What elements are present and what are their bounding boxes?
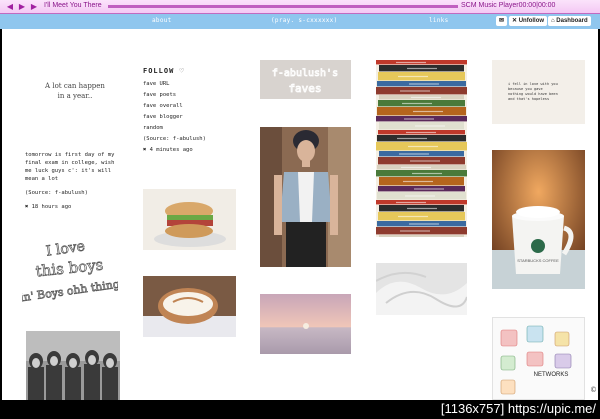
blog-title[interactable]: (pray. s-cxxxxxx) [271, 17, 338, 24]
follow-item[interactable]: fave poets [143, 90, 243, 101]
book-spine [379, 235, 464, 237]
book-spine-text [401, 166, 431, 169]
band-photo[interactable] [26, 331, 120, 400]
text-post-exam: tomorrow is first day of my final exam i… [25, 151, 125, 211]
track-title: I'll Meet You There [44, 2, 102, 9]
post-line: tomorrow is first day of my [25, 152, 115, 158]
cinnamon-roll-photo[interactable] [143, 276, 236, 337]
music-player-bar: ◀ ▶ ▶ I'll Meet You There SCM Music Play… [0, 0, 600, 14]
text-post-year: A lot can happen in a year.. [30, 81, 120, 101]
mail-icon: ✉ [498, 18, 505, 24]
book-spine-text [403, 180, 433, 183]
book-spine-text [408, 145, 438, 148]
book-spine-text [404, 118, 434, 120]
message-button[interactable]: ✉ [496, 16, 507, 26]
post-line: in a year.. [57, 92, 93, 100]
book-spine-text [397, 137, 427, 140]
banner-line: faves [288, 82, 321, 95]
book-spine-text [413, 110, 443, 113]
follow-item[interactable]: fave URL [143, 79, 243, 90]
next-icon[interactable]: ▶ [29, 2, 39, 12]
nav-bar: about (pray. s-cxxxxxx) links ✉ ✕ Unfoll… [0, 14, 600, 29]
post-notes[interactable]: ✖ 18 hours ago [25, 203, 125, 211]
handwriting-image[interactable]: I love this boys Bein' Boys ohh things [22, 235, 118, 305]
book-spine-text [399, 153, 429, 155]
book-spine-text [400, 90, 430, 92]
book-spine-text [409, 223, 439, 225]
book-spine-text [415, 125, 445, 127]
unfollow-icon: ✕ [512, 18, 518, 24]
player-name: SCM Music Player00:00|00:00 [461, 2, 556, 9]
copyright-icon: © [590, 386, 597, 394]
book-spine-text [405, 195, 435, 197]
home-icon: ⌂ [551, 18, 555, 24]
book-spine-text [411, 96, 441, 99]
follow-item[interactable]: fave overall [143, 101, 243, 112]
quote-card[interactable]: i fell in love with you because you gave… [492, 60, 585, 124]
book-stack-photo[interactable] [376, 60, 467, 237]
post-source[interactable]: (Source: f-abulush) [25, 189, 125, 197]
book-spine-text [400, 230, 430, 232]
faves-banner[interactable]: f-abulush's faves [260, 60, 351, 99]
sandwich-photo[interactable] [143, 189, 236, 250]
quote-text: i fell in love with you because you gave… [508, 82, 558, 102]
heart-icon: ♡ [179, 67, 185, 75]
book-spine-text [398, 215, 428, 218]
mug-brand: STARBUCKS COFFEE [517, 258, 559, 263]
banner-line: f-abulush's [272, 68, 338, 79]
book-spine-text [396, 61, 426, 64]
follow-post: FOLLOW ♡ fave URL fave poets fave overal… [143, 66, 243, 156]
book-spine-text [414, 188, 444, 190]
post-line: A lot can happen [45, 82, 105, 90]
nav-about-link[interactable]: about [152, 17, 172, 24]
blog-page: A lot can happen in a year.. tomorrow is… [2, 29, 598, 400]
sunset-photo[interactable] [260, 294, 351, 354]
follow-item[interactable]: fave blogger [143, 112, 243, 123]
post-line: me luck guys c': it's will [25, 168, 112, 174]
book-spine-text [407, 67, 437, 70]
white-sheets-photo[interactable] [376, 263, 467, 315]
book-spine-text [407, 207, 437, 210]
post-line: mean a lot [25, 176, 59, 182]
footer-bar: [1136x757] https://upic.me/ [0, 400, 600, 419]
book-spine-text [398, 75, 428, 78]
watermark-text: [1136x757] https://upic.me/ [440, 401, 596, 416]
book-spine-text [402, 102, 432, 105]
play-icon[interactable]: ▶ [17, 2, 27, 12]
progress-track[interactable] [108, 5, 458, 8]
sticker-label: NETWORKS [534, 372, 569, 378]
nav-links-link[interactable]: links [429, 17, 449, 24]
post-line: final exam in college, wish [25, 160, 115, 166]
book-spine-text [412, 172, 442, 175]
post-notes[interactable]: ✖ 4 minutes ago [143, 145, 243, 156]
starbucks-mug-photo[interactable]: STARBUCKS COFFEE [492, 150, 585, 289]
book-spine-text [406, 131, 436, 134]
stickers-image[interactable]: NETWORKS [492, 317, 585, 400]
book-spine-text [410, 160, 440, 162]
book-spine-text [396, 201, 426, 204]
previous-icon[interactable]: ◀ [5, 2, 15, 12]
book-spine-text [409, 83, 439, 85]
guy-photo[interactable] [260, 127, 351, 267]
follow-heading: FOLLOW ♡ [143, 67, 185, 75]
unfollow-button[interactable]: ✕ Unfollow [509, 16, 548, 26]
follow-item[interactable]: random [143, 123, 243, 134]
dashboard-button[interactable]: ⌂ Dashboard [548, 16, 591, 26]
quote-line: and that's hopeless [508, 97, 550, 101]
post-source[interactable]: (Source: f-abulush) [143, 134, 243, 145]
